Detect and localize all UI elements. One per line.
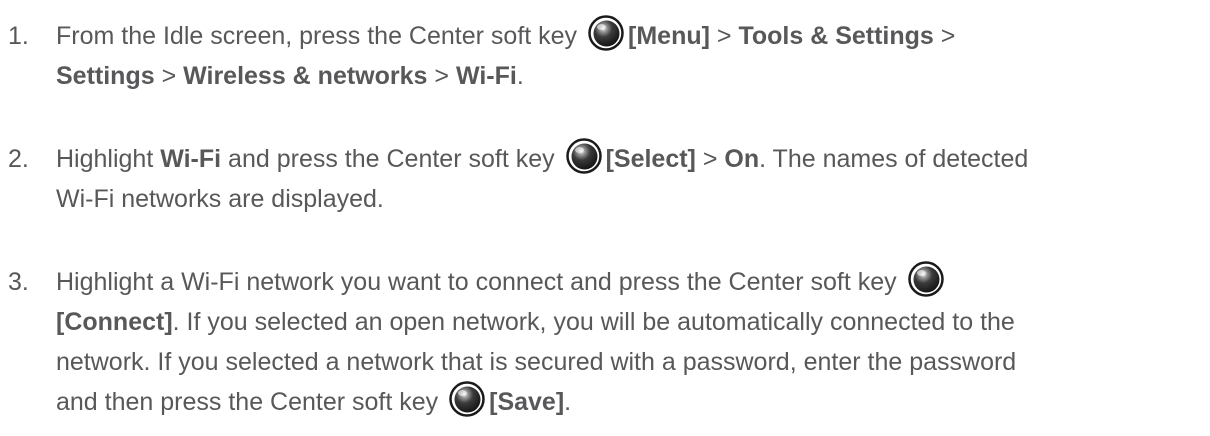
menu-item-wifi: Wi-Fi (160, 145, 222, 173)
step-line: [Connect]. If you selected an open netwo… (56, 302, 1206, 342)
menu-item-tools-settings: Tools & Settings (738, 22, 934, 50)
step-text: Highlight a Wi-Fi network you want to co… (56, 262, 1206, 422)
center-soft-key-icon (588, 15, 624, 51)
step-line: Highlight a Wi-Fi network you want to co… (56, 262, 1206, 302)
step-text: Highlight Wi-Fi and press the Center sof… (56, 139, 1206, 219)
text-run: Highlight (56, 145, 161, 173)
step-number: 3. (8, 268, 29, 296)
text-run: . (516, 62, 524, 90)
instructions-document: 1. From the Idle screen, press the Cente… (0, 0, 1210, 436)
menu-item-wifi: Wi-Fi (455, 62, 517, 90)
text-run: > (709, 22, 739, 50)
key-label-menu: [Menu] (628, 22, 710, 50)
key-label-save: [Save] (489, 388, 565, 416)
text-run: . (564, 388, 572, 416)
text-run: and press the Center soft key (221, 145, 562, 173)
text-run: . The names of detected (759, 145, 1029, 173)
text-run: Highlight a Wi-Fi network you want to co… (56, 268, 904, 296)
menu-item-wireless-networks: Wireless & networks (183, 62, 428, 90)
step-line: and then press the Center soft key [Save… (56, 382, 1206, 422)
step-line: network. If you selected a network that … (56, 342, 1206, 382)
step-line: Highlight Wi-Fi and press the Center sof… (56, 139, 1206, 179)
text-run: From the Idle screen, press the Center s… (56, 22, 585, 50)
menu-item-settings: Settings (56, 62, 155, 90)
center-soft-key-icon (449, 381, 485, 417)
text-run: > (154, 62, 184, 90)
step-number: 1. (8, 22, 29, 50)
step-number: 2. (8, 145, 29, 173)
center-soft-key-icon (908, 261, 944, 297)
text-run: . If you selected an open network, you w… (172, 308, 1015, 336)
text-run: network. If you selected a network that … (56, 348, 1017, 376)
step-line: Wi-Fi networks are displayed. (56, 179, 1206, 219)
text-run: Wi-Fi networks are displayed. (56, 185, 384, 213)
step-line: Settings > Wireless & networks > Wi-Fi. (56, 56, 1206, 96)
text-run: > (695, 145, 725, 173)
step-text: From the Idle screen, press the Center s… (56, 16, 1206, 96)
key-label-select: [Select] (605, 145, 696, 173)
option-on: On (724, 145, 760, 173)
key-label-connect: [Connect] (56, 308, 173, 336)
text-run: and then press the Center soft key (56, 388, 446, 416)
text-run: > (933, 22, 956, 50)
step-line: From the Idle screen, press the Center s… (56, 16, 1206, 56)
center-soft-key-icon (566, 138, 602, 174)
text-run: > (427, 62, 456, 90)
